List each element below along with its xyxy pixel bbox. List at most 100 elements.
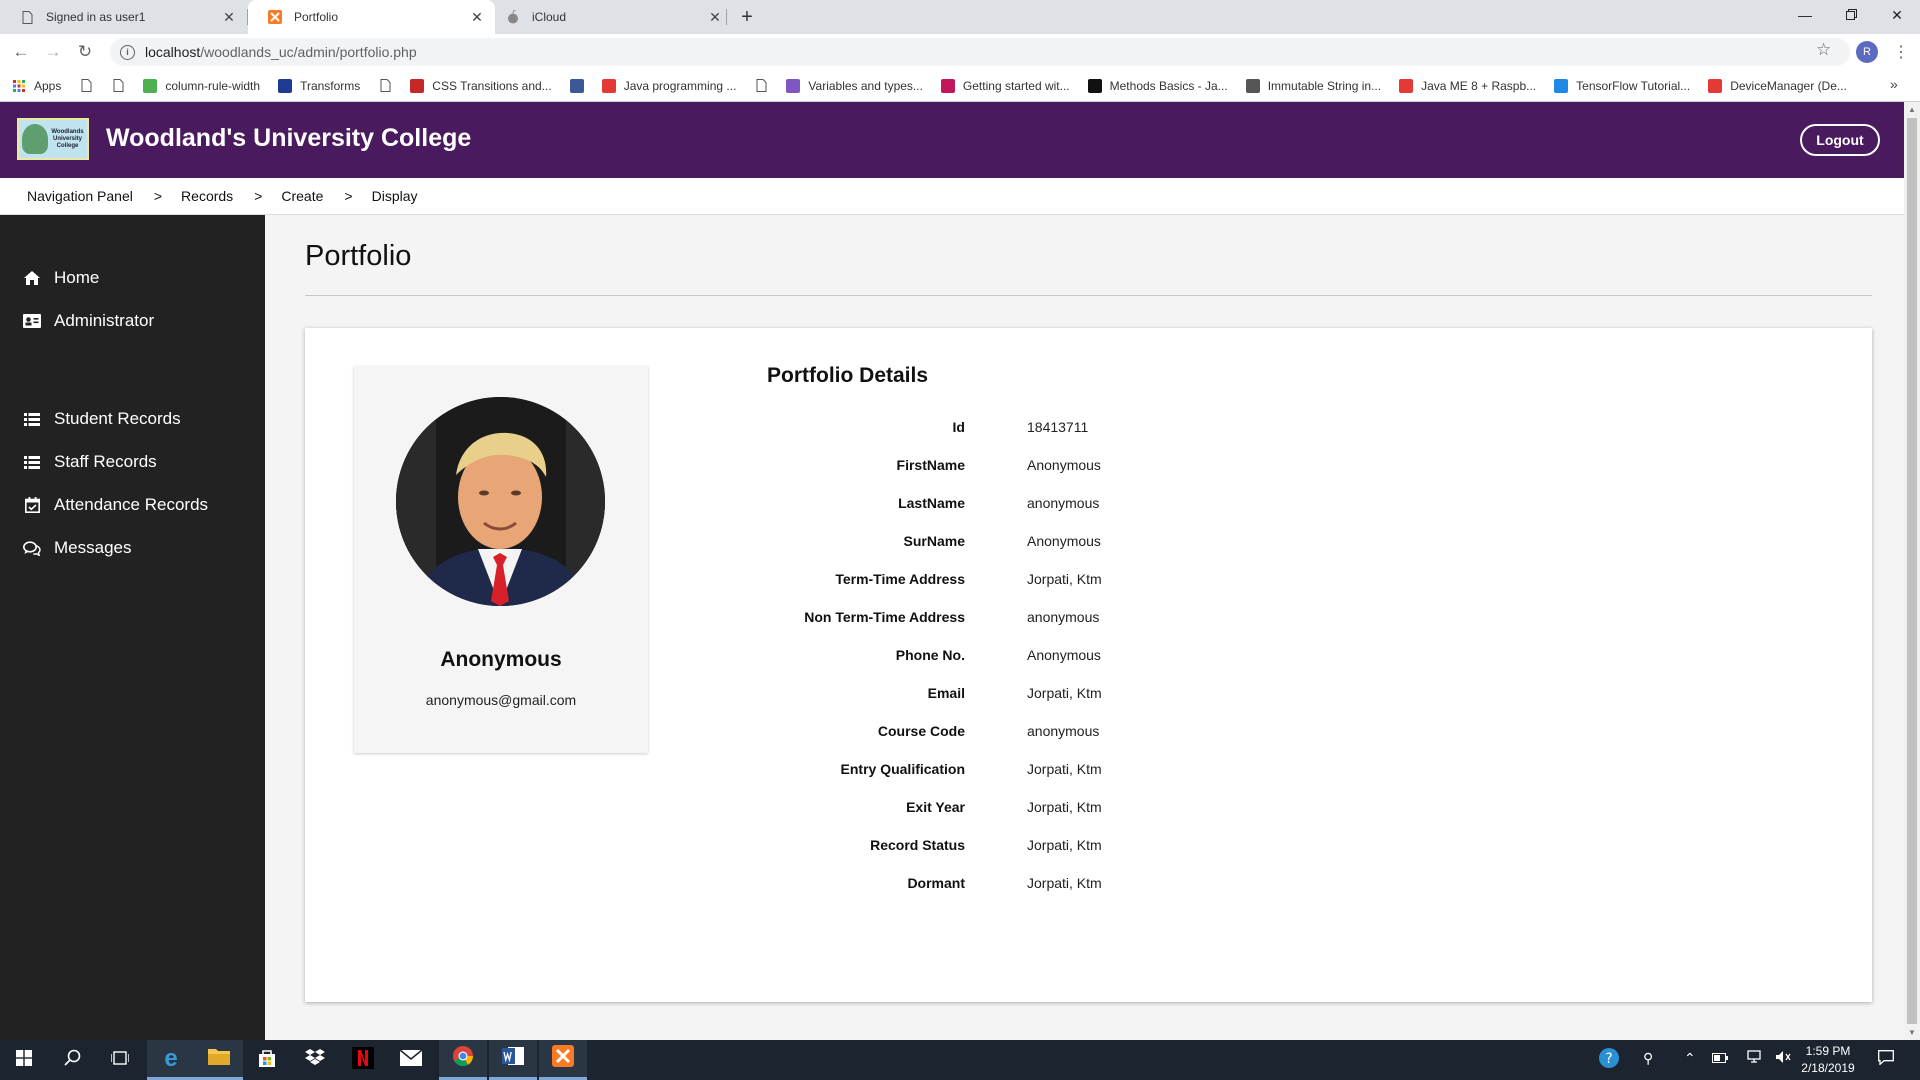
bookmark-item[interactable] bbox=[569, 78, 592, 93]
help-icon[interactable]: ? bbox=[1598, 1047, 1620, 1072]
sidebar-item-label: Attendance Records bbox=[54, 495, 209, 514]
detail-value: Jorpati, Ktm bbox=[1027, 875, 1102, 891]
profile-avatar[interactable]: R bbox=[1856, 41, 1878, 63]
detail-value: anonymous bbox=[1027, 723, 1100, 739]
browser-tab[interactable]: Signed in as user1 ✕ bbox=[0, 0, 247, 34]
chevron-double-right-icon[interactable]: » bbox=[1890, 76, 1898, 92]
restore-button[interactable] bbox=[1828, 0, 1874, 30]
plus-icon: + bbox=[741, 5, 753, 28]
bookmark-item[interactable] bbox=[754, 79, 776, 93]
back-button[interactable]: ← bbox=[10, 41, 32, 63]
new-tab-button[interactable]: + bbox=[733, 4, 761, 30]
bookmark-item[interactable]: Immutable String in... bbox=[1245, 78, 1381, 93]
bird-icon bbox=[278, 78, 293, 93]
logout-button[interactable]: Logout bbox=[1800, 124, 1880, 156]
bookmark-item[interactable]: TensorFlow Tutorial... bbox=[1554, 78, 1690, 93]
sidebar-item-messages[interactable]: Messages bbox=[22, 536, 131, 560]
scroll-down-icon[interactable]: ▼ bbox=[1908, 1028, 1916, 1037]
document-icon bbox=[378, 79, 392, 93]
scroll-up-icon[interactable]: ▲ bbox=[1908, 105, 1916, 114]
browser-tab[interactable]: iCloud ✕ bbox=[486, 0, 733, 34]
bookmark-item[interactable]: Java programming ... bbox=[601, 78, 737, 93]
sidebar-item-administrator[interactable]: Administrator bbox=[22, 309, 154, 333]
taskbar-netflix[interactable] bbox=[339, 1040, 387, 1080]
info-icon[interactable]: i bbox=[120, 44, 135, 60]
bookmark-item[interactable]: Java ME 8 + Raspb... bbox=[1399, 78, 1536, 93]
taskbar-chrome[interactable] bbox=[439, 1040, 487, 1080]
taskbar-dropbox[interactable] bbox=[291, 1040, 339, 1080]
bookmark-item[interactable]: Variables and types... bbox=[786, 78, 923, 93]
bookmark-label: Apps bbox=[34, 78, 62, 93]
scrollbar[interactable]: ▲ ▼ bbox=[1904, 102, 1920, 1040]
windows-start-icon bbox=[16, 1049, 32, 1071]
forward-button[interactable]: → bbox=[42, 41, 64, 63]
breadcrumb-item[interactable]: Create bbox=[281, 188, 323, 204]
close-tab-icon[interactable]: ✕ bbox=[221, 9, 237, 26]
taskbar-store[interactable] bbox=[243, 1040, 291, 1080]
sidebar-item-attendance-records[interactable]: Attendance Records bbox=[22, 493, 208, 517]
profile-photo bbox=[396, 397, 605, 606]
volume-icon[interactable] bbox=[1775, 1050, 1791, 1067]
college-logo[interactable]: Woodlands University College bbox=[17, 118, 89, 160]
breadcrumb-item[interactable]: Records bbox=[181, 188, 233, 204]
detail-label: Phone No. bbox=[895, 647, 965, 663]
bookmark-item[interactable]: CSS Transitions and... bbox=[410, 78, 552, 93]
scrollbar-thumb[interactable] bbox=[1907, 118, 1917, 1024]
bookmark-item[interactable] bbox=[79, 79, 101, 93]
action-center-icon[interactable] bbox=[1878, 1050, 1894, 1068]
close-tab-icon[interactable]: ✕ bbox=[707, 9, 723, 26]
task-view-button[interactable] bbox=[96, 1040, 144, 1080]
taskbar-word[interactable] bbox=[489, 1040, 537, 1080]
taskbar-file-explorer[interactable] bbox=[195, 1040, 243, 1080]
sidebar-item-staff-records[interactable]: Staff Records bbox=[22, 450, 157, 474]
detail-value: 18413711 bbox=[1027, 419, 1089, 435]
sidebar-item-student-records[interactable]: Student Records bbox=[22, 407, 181, 431]
taskbar-edge[interactable]: e bbox=[147, 1040, 195, 1080]
xampp-icon bbox=[552, 1045, 574, 1072]
browser-tab-active[interactable]: Portfolio ✕ bbox=[248, 0, 495, 34]
site-icon bbox=[410, 78, 425, 93]
bookmark-item[interactable]: Apps bbox=[12, 79, 61, 93]
bookmark-item[interactable]: Transforms bbox=[278, 78, 360, 93]
bookmark-item[interactable]: DeviceManager (De... bbox=[1708, 78, 1847, 93]
oracle-icon bbox=[1708, 78, 1723, 93]
bookmark-label: Java programming ... bbox=[623, 78, 737, 93]
logo-text: Woodlands University College bbox=[51, 128, 84, 149]
close-tab-icon[interactable]: ✕ bbox=[469, 9, 485, 26]
site-brand[interactable]: Woodland's University College bbox=[106, 124, 471, 153]
breadcrumb-item[interactable]: Display bbox=[372, 188, 418, 204]
taskbar-search-button[interactable] bbox=[48, 1040, 96, 1080]
breadcrumb-item[interactable]: Navigation Panel bbox=[27, 188, 133, 204]
dropbox-icon bbox=[304, 1048, 326, 1072]
people-icon[interactable]: ⚲ bbox=[1643, 1050, 1653, 1067]
address-bar[interactable]: i localhost/woodlands_uc/admin/portfolio… bbox=[110, 38, 1850, 66]
list-icon bbox=[22, 455, 42, 469]
facebook-icon bbox=[569, 78, 584, 93]
reload-button[interactable]: ↻ bbox=[74, 41, 96, 63]
arrow-right-icon: → bbox=[44, 42, 62, 61]
close-icon: ✕ bbox=[1891, 6, 1903, 23]
taskbar-clock[interactable]: 1:59 PM 2/18/2019 bbox=[1798, 1043, 1858, 1077]
chevron-up-icon[interactable]: ⌃ bbox=[1684, 1050, 1696, 1067]
url-path: /woodlands_uc/admin/portfolio.php bbox=[200, 44, 417, 60]
network-icon[interactable] bbox=[1745, 1050, 1763, 1067]
minimize-button[interactable]: — bbox=[1782, 0, 1828, 30]
bookmark-item[interactable] bbox=[378, 79, 400, 93]
detail-label: SurName bbox=[903, 533, 965, 549]
sidebar-item-home[interactable]: Home bbox=[22, 266, 99, 290]
minimize-icon: — bbox=[1798, 7, 1812, 23]
taskbar-mail[interactable] bbox=[387, 1040, 435, 1080]
bookmark-item[interactable]: Methods Basics - Ja... bbox=[1087, 78, 1228, 93]
breadcrumb-separator: > bbox=[344, 188, 353, 204]
detail-label: Entry Qualification bbox=[840, 761, 965, 777]
bookmark-item[interactable] bbox=[111, 79, 133, 93]
taskbar-xampp[interactable] bbox=[539, 1040, 587, 1080]
battery-icon[interactable] bbox=[1712, 1050, 1728, 1066]
bookmark-item[interactable]: column-rule-width bbox=[143, 78, 260, 93]
bookmark-star-icon[interactable]: ☆ bbox=[1816, 40, 1831, 60]
close-window-button[interactable]: ✕ bbox=[1874, 0, 1920, 30]
detail-value: Jorpati, Ktm bbox=[1027, 837, 1102, 853]
bookmark-item[interactable]: Getting started wit... bbox=[940, 78, 1070, 93]
windows-start-button[interactable] bbox=[0, 1040, 48, 1080]
menu-kebab-icon[interactable]: ⋮ bbox=[1893, 42, 1909, 62]
